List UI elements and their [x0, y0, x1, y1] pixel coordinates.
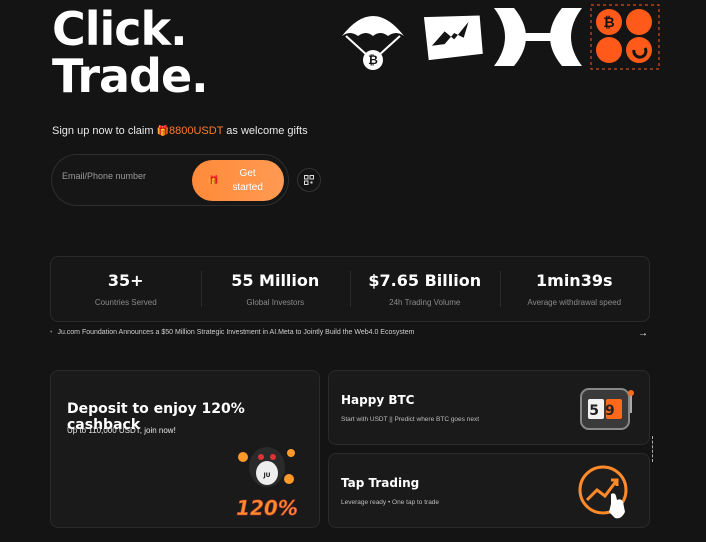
flash-trade-icon: [423, 15, 483, 61]
deposit-card-subtitle: Up to 110,000 USDT, join now!: [67, 426, 176, 435]
stat-volume: $7.65 Billion 24h Trading Volume: [350, 257, 500, 321]
slot-digits: 59: [589, 403, 620, 419]
news-ticker[interactable]: • Ju.com Foundation Announces a $50 Milli…: [50, 328, 650, 341]
tap-trading-card[interactable]: Tap Trading Leverage ready • One tap to …: [328, 453, 650, 528]
stat-value: 1min39s: [536, 271, 613, 290]
welcome-gift-text: Sign up now to claim 🎁8800USDT as welcom…: [52, 125, 308, 137]
qr-code-icon: [304, 175, 314, 185]
exchange-icon: [494, 8, 582, 66]
email-phone-input[interactable]: [62, 171, 192, 181]
stat-withdrawal: 1min39s Average withdrawal speed: [499, 257, 650, 321]
get-started-button[interactable]: 🎁 Get started: [192, 160, 284, 201]
scroll-indicator: [652, 436, 655, 462]
mascot-120-illustration: JU 120%: [236, 447, 298, 520]
stat-value: $7.65 Billion: [368, 271, 482, 290]
tap-trading-title: Tap Trading: [341, 476, 420, 490]
stat-label: 24h Trading Volume: [389, 298, 461, 307]
deposit-cashback-card[interactable]: Deposit to enjoy 120% cashback Up to 110…: [50, 370, 320, 528]
svg-text:₿: ₿: [368, 53, 378, 67]
stat-label: Average withdrawal speed: [527, 298, 622, 307]
promo-icon-strip: ₿ ₿: [338, 4, 660, 70]
stats-panel: 35+ Countries Served 55 Million Global I…: [50, 256, 650, 322]
hero-line-1: Click.: [52, 2, 188, 56]
bullet-icon: •: [50, 329, 53, 336]
stat-countries: 35+ Countries Served: [51, 257, 201, 321]
stat-value: 55 Million: [231, 271, 320, 290]
happy-btc-subtitle: Start with USDT || Predict where BTC goe…: [341, 416, 480, 423]
stat-investors: 55 Million Global Investors: [200, 257, 351, 321]
news-text[interactable]: Ju.com Foundation Announces a $50 Millio…: [57, 329, 414, 336]
stat-label: Countries Served: [94, 298, 157, 307]
tap-chart-icon: [578, 465, 628, 519]
cashback-badge: 120%: [236, 496, 298, 520]
qr-code-button[interactable]: [297, 168, 321, 192]
welcome-post-text: as welcome gifts: [223, 125, 308, 137]
happy-btc-title: Happy BTC: [341, 393, 415, 407]
airdrop-btc-icon: ₿: [342, 16, 404, 70]
tap-trading-subtitle: Leverage ready • One tap to trade: [341, 499, 440, 506]
gift-icon: 🎁: [208, 175, 220, 185]
hero-line-2: Trade.: [52, 49, 209, 103]
stat-value: 35+: [107, 271, 144, 290]
gift-icon: 🎁: [156, 126, 170, 137]
stat-label: Global Investors: [246, 298, 305, 307]
get-started-label: Get started: [232, 167, 263, 193]
signup-form: 🎁 Get started: [51, 154, 289, 206]
crypto-coins-icon: ₿: [590, 4, 660, 70]
happy-btc-card[interactable]: Happy BTC Start with USDT || Predict whe…: [328, 370, 650, 445]
welcome-pre-text: Sign up now to claim: [52, 125, 157, 137]
gift-amount: 8800USDT: [169, 125, 224, 137]
slot-machine-icon: 59: [580, 388, 634, 430]
arrow-right-icon[interactable]: →: [638, 328, 648, 339]
hero-title: Click. Trade.: [52, 2, 209, 103]
svg-text:₿: ₿: [603, 15, 614, 31]
svg-text:JU: JU: [262, 472, 270, 479]
